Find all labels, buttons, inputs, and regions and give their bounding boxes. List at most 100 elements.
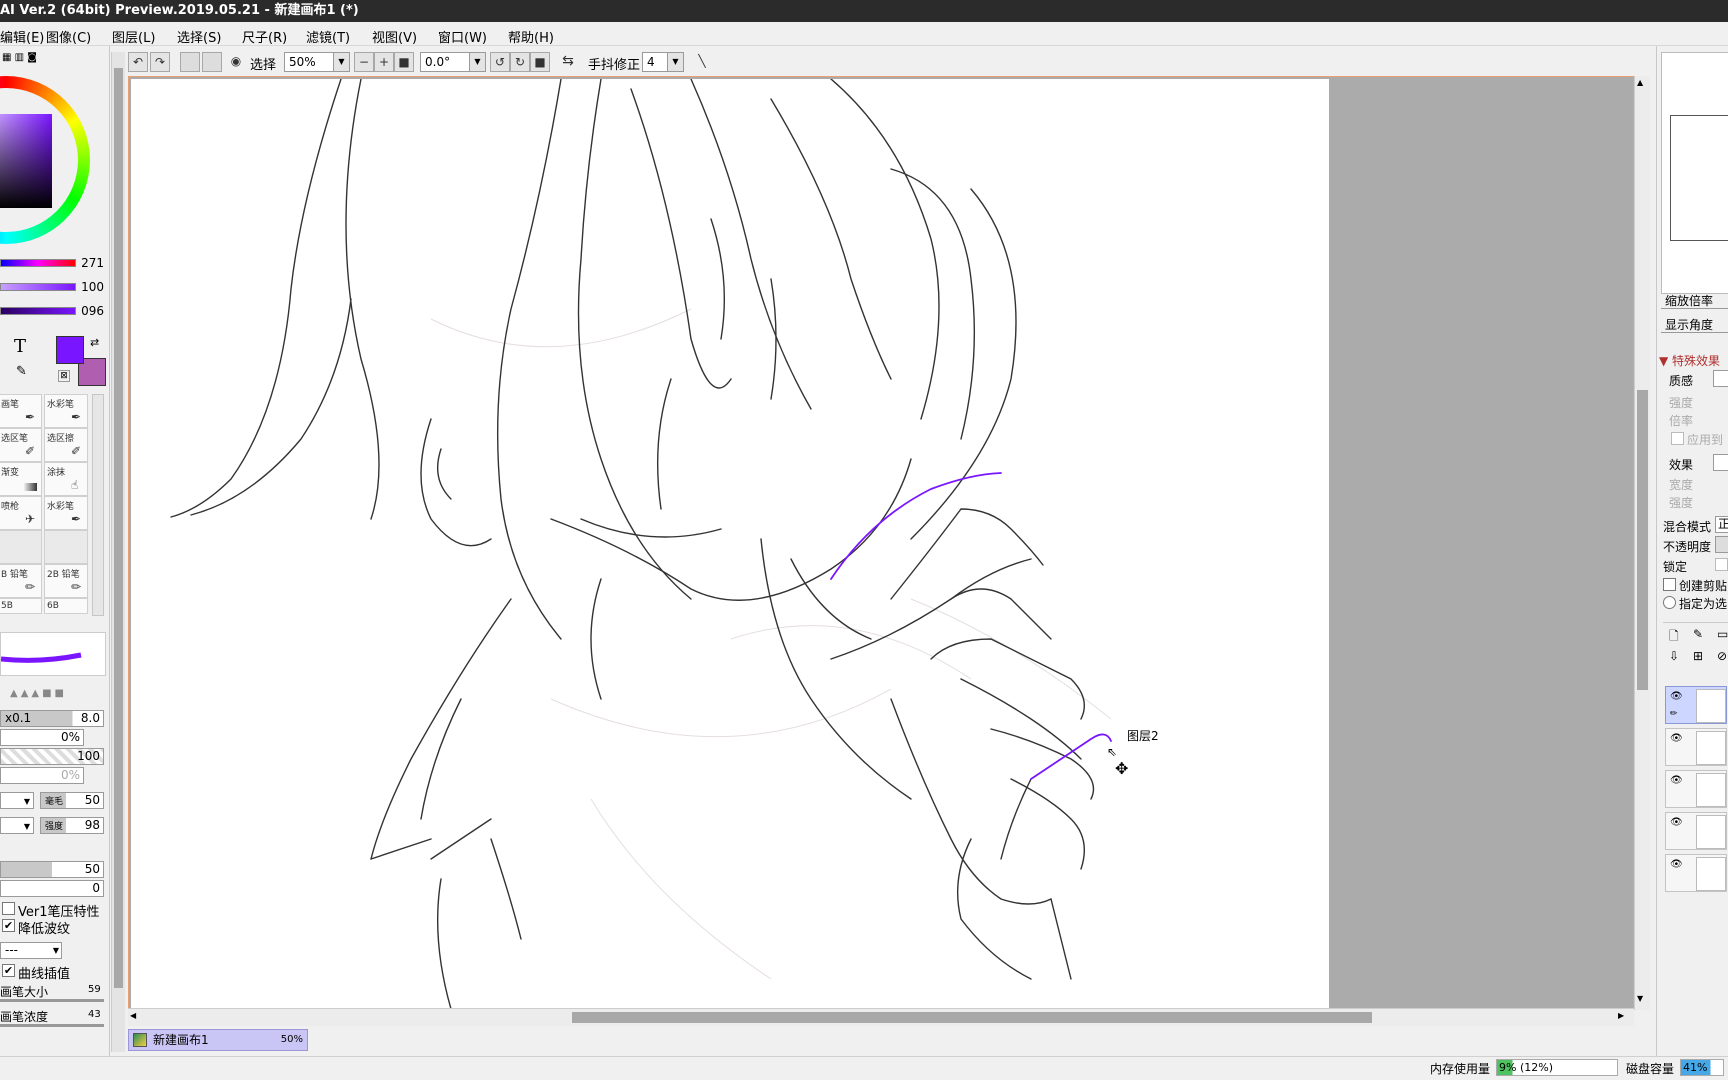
brush-slot[interactable]: 涂抹 ☝: [44, 462, 88, 496]
brush-slot[interactable]: 水彩笔 ✒: [44, 394, 88, 428]
effect-select[interactable]: [1713, 454, 1728, 471]
bristle-field[interactable]: 毫毛 50: [40, 792, 104, 809]
pen-density-slider[interactable]: [0, 1024, 104, 1027]
pressure-preset-dropdown[interactable]: --- ▼: [0, 942, 62, 959]
brush-slot[interactable]: 2B 铅笔 ✏: [44, 564, 88, 598]
opacity-slider[interactable]: [1715, 536, 1728, 553]
brush-slot[interactable]: 渐变: [0, 462, 42, 496]
menu-select[interactable]: 选择(S): [177, 27, 221, 46]
zoom-ratio-slider[interactable]: [1661, 308, 1728, 309]
navigator-preview[interactable]: [1661, 52, 1728, 294]
foreground-color-swatch[interactable]: [56, 336, 84, 364]
display-angle-slider[interactable]: [1661, 332, 1728, 333]
reduce-moire-checkbox[interactable]: ✔: [2, 919, 15, 932]
brush-slot-empty[interactable]: [44, 530, 88, 564]
hue-slider[interactable]: 271: [0, 256, 104, 270]
scroll-up-icon[interactable]: ▲: [1637, 78, 1643, 87]
stabilizer-combo[interactable]: 4 ▼: [642, 52, 684, 72]
zoom-reset-icon[interactable]: ■: [394, 52, 414, 72]
drawing-canvas[interactable]: 图层2 ⇖ ✥: [131, 79, 1329, 1009]
merge-down-icon[interactable]: ⇩: [1669, 649, 1679, 663]
menu-image[interactable]: 图像(C): [46, 27, 91, 46]
texture-select[interactable]: [1713, 370, 1728, 387]
eye-icon[interactable]: ◉: [226, 52, 246, 72]
pen-size-slider[interactable]: [0, 999, 104, 1002]
brush-slot[interactable]: 选区笔 ✐: [0, 428, 42, 462]
min-density-field[interactable]: 0%: [0, 767, 84, 784]
brush-slot[interactable]: 选区擦 ✐: [44, 428, 88, 462]
zoom-in-icon[interactable]: +: [374, 52, 394, 72]
rotate-reset-icon[interactable]: ■: [530, 52, 550, 72]
clear-layer-icon[interactable]: ⊘: [1717, 649, 1727, 663]
color-wheel[interactable]: [0, 76, 90, 244]
saturation-value-square[interactable]: [0, 114, 52, 208]
transparent-color-icon[interactable]: ⊠: [58, 370, 70, 382]
menu-edit[interactable]: 编辑(E): [0, 27, 44, 46]
selection-source-radio[interactable]: [1663, 596, 1676, 609]
new-folder-icon[interactable]: ▭: [1717, 627, 1728, 641]
apply-to-checkbox[interactable]: [1671, 432, 1684, 445]
new-linework-layer-icon[interactable]: ✎: [1693, 627, 1703, 641]
brush-slot[interactable]: B 铅笔 ✏: [0, 564, 42, 598]
line-tool-icon[interactable]: ╲: [692, 52, 712, 72]
ver1-pressure-checkbox[interactable]: [2, 902, 15, 915]
layer-row[interactable]: 👁: [1665, 770, 1727, 808]
layer-row[interactable]: 👁 ✏: [1665, 686, 1727, 724]
eye-icon[interactable]: 👁: [1670, 817, 1683, 828]
brush-slot[interactable]: 水彩笔 ✒: [44, 496, 88, 530]
menu-view[interactable]: 视图(V): [372, 27, 417, 46]
effects-header[interactable]: ▼ 特殊效果: [1659, 352, 1720, 369]
brush-shape-selector[interactable]: ▲▲▲■■: [10, 688, 104, 702]
texture-dropdown[interactable]: ▼: [0, 792, 34, 809]
scroll-down-icon[interactable]: ▼: [1637, 994, 1643, 1003]
density-field[interactable]: 100: [0, 748, 104, 765]
canvas-area[interactable]: 图层2 ⇖ ✥: [128, 76, 1634, 1010]
brush-slot[interactable]: 5B: [0, 598, 42, 614]
strength-field[interactable]: 强度 98: [40, 817, 104, 834]
swap-colors-icon[interactable]: ⇄: [90, 336, 99, 349]
new-layer-icon[interactable]: 🗋: [1669, 627, 1679, 648]
eyedropper-icon[interactable]: ✎: [16, 364, 27, 379]
zoom-out-icon[interactable]: −: [354, 52, 374, 72]
brush-slot-empty[interactable]: [0, 530, 42, 564]
brush-slot[interactable]: 喷枪 ✈: [0, 496, 42, 530]
value-slider[interactable]: 096: [0, 304, 104, 318]
eye-icon[interactable]: 👁: [1670, 775, 1683, 786]
scroll-left-icon[interactable]: ◀: [130, 1011, 136, 1020]
add-layer-icon[interactable]: ⊞: [1693, 649, 1703, 663]
panel-tab-icons[interactable]: ▦ ▥ ◙: [2, 52, 37, 63]
eye-icon[interactable]: 👁: [1670, 859, 1683, 870]
lock-checkbox[interactable]: [1715, 558, 1728, 571]
curve-interp-checkbox[interactable]: ✔: [2, 964, 15, 977]
menu-ruler[interactable]: 尺子(R): [242, 27, 287, 46]
invert-selection-button[interactable]: [202, 52, 222, 72]
zoom-combo[interactable]: 50% ▼: [284, 52, 350, 72]
scroll-right-icon[interactable]: ▶: [1618, 1011, 1624, 1020]
brush-slot[interactable]: 6B: [44, 598, 88, 614]
saturation-slider[interactable]: 100: [0, 280, 104, 294]
left-panel-scrollbar[interactable]: [111, 52, 125, 1052]
canvas-vertical-scrollbar[interactable]: ▲ ▼: [1634, 76, 1650, 1010]
blend-mode-select[interactable]: 正: [1715, 516, 1728, 533]
layer-row[interactable]: 👁: [1665, 728, 1727, 766]
brush-grid-scrollbar[interactable]: [92, 394, 104, 616]
eye-icon[interactable]: 👁: [1670, 691, 1683, 702]
rotate-left-icon[interactable]: ↺: [490, 52, 510, 72]
document-tab[interactable]: 新建画布1 50%: [128, 1029, 308, 1051]
undo-icon[interactable]: ↶: [128, 52, 148, 72]
text-tool-icon[interactable]: T: [14, 336, 26, 357]
deselect-button[interactable]: [180, 52, 200, 72]
rotate-right-icon[interactable]: ↻: [510, 52, 530, 72]
layer-row[interactable]: 👁: [1665, 812, 1727, 850]
menu-layer[interactable]: 图层(L): [112, 27, 155, 46]
dilution-field[interactable]: 0: [0, 880, 104, 897]
brush-size-field[interactable]: x0.1 8.0: [0, 710, 104, 727]
redo-icon[interactable]: ↷: [150, 52, 170, 72]
flip-horizontal-icon[interactable]: ⇆: [558, 52, 578, 72]
eye-icon[interactable]: 👁: [1670, 733, 1683, 744]
shape-dropdown[interactable]: ▼: [0, 817, 34, 834]
canvas-horizontal-scrollbar[interactable]: ◀ ▶: [128, 1008, 1634, 1026]
menu-filter[interactable]: 滤镜(T): [306, 27, 350, 46]
layer-row[interactable]: 👁: [1665, 854, 1727, 892]
menu-window[interactable]: 窗口(W): [438, 27, 487, 46]
